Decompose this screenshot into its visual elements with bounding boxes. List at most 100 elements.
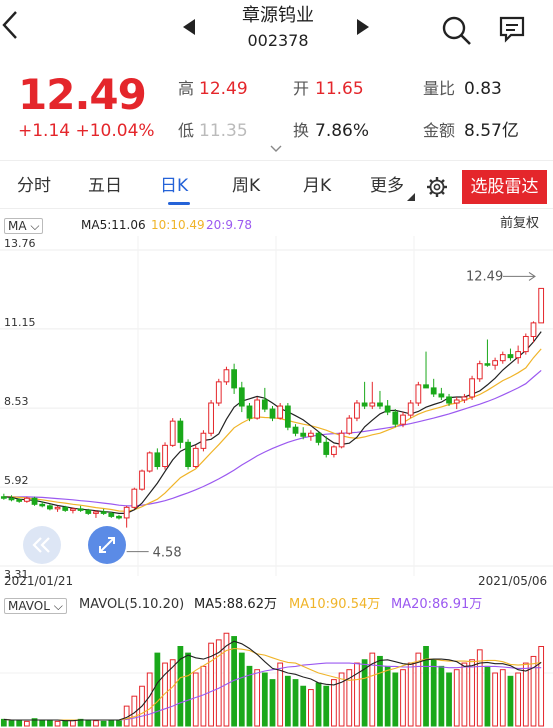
volume-bar	[522, 662, 529, 727]
kline-chart[interactable]: 13.7611.158.535.923.31 12.494.58	[0, 236, 553, 592]
ma20-legend: 20:9.78	[206, 218, 253, 232]
candle-body	[507, 354, 514, 359]
message-icon[interactable]	[497, 14, 527, 44]
volume-ratio-label: 量比	[423, 79, 456, 98]
volume-bar	[499, 669, 506, 727]
volume-bar	[8, 720, 15, 727]
volume-bar	[400, 669, 406, 727]
candle-body	[530, 322, 537, 337]
gear-icon[interactable]	[426, 176, 448, 202]
price-change: +1.14 +10.04%	[18, 121, 155, 141]
end-date: 2021/05/06	[478, 574, 548, 588]
amount-label: 金额	[423, 121, 456, 140]
tab-intraday[interactable]: 分时	[17, 174, 51, 198]
mavol-title: MAVOL(5.10.20)	[79, 597, 185, 612]
volume-chart[interactable]	[0, 616, 553, 728]
top-bar: 章源钨业 002378	[0, 0, 553, 60]
candle-body	[231, 369, 237, 389]
volume-bar	[407, 662, 414, 727]
candle-body	[346, 417, 353, 434]
price-tick-label: 11.15	[4, 316, 36, 329]
volume-bar	[23, 720, 30, 727]
search-icon[interactable]	[440, 14, 474, 48]
open-value: 11.65	[315, 79, 364, 99]
candle-body	[39, 503, 46, 507]
turnover-label: 换	[293, 121, 310, 140]
volume-bar	[484, 665, 491, 727]
triangle-left-icon[interactable]	[182, 18, 200, 38]
candle-body	[308, 432, 314, 437]
mavol-dropdown[interactable]: MAVOL ⌵	[4, 598, 67, 614]
volume-bar	[154, 652, 161, 727]
tab-weekly-k[interactable]: 周K	[232, 174, 260, 198]
candle-body	[108, 512, 115, 517]
candle-body	[469, 378, 475, 398]
candle-body	[238, 387, 245, 407]
chevron-left-icon[interactable]	[0, 8, 30, 44]
candle-body	[323, 441, 330, 455]
high-value: 12.49	[199, 79, 248, 99]
candle-body	[154, 452, 161, 468]
candle-body	[192, 447, 199, 468]
ma5-polyline	[3, 331, 542, 514]
candle-body	[185, 441, 191, 468]
scroll-left-button[interactable]	[23, 526, 61, 564]
vol-ma5-legend: MA5:88.62万	[194, 597, 277, 612]
candle-body	[515, 351, 522, 359]
candle-body	[377, 402, 383, 407]
price-tick-label: 8.53	[4, 395, 29, 408]
candle-body	[47, 505, 53, 510]
ma5-legend: MA5:11.06	[81, 218, 146, 232]
tab-five-day[interactable]: 五日	[88, 174, 122, 198]
volume-bar	[538, 646, 545, 727]
candle-body	[331, 446, 337, 455]
candle-body	[31, 497, 38, 505]
candle-body	[446, 396, 452, 404]
volume-bar	[70, 720, 76, 727]
volume-bar	[254, 669, 261, 727]
candle-body	[54, 506, 61, 510]
candle-body	[123, 506, 130, 519]
volume-bar	[108, 719, 115, 727]
volume-bar	[331, 679, 337, 727]
candle-body	[254, 399, 261, 419]
active-tab-indicator	[168, 202, 190, 205]
candle-body	[208, 402, 214, 434]
tab-daily-k[interactable]: 日K	[160, 174, 188, 198]
triangle-right-icon[interactable]	[356, 18, 374, 38]
price-adjust-label[interactable]: 前复权	[500, 217, 539, 231]
volume-bar	[100, 720, 107, 727]
low-label: 低	[178, 121, 195, 140]
volume-bar	[415, 652, 422, 727]
expand-chart-button[interactable]	[88, 526, 126, 564]
candle-body	[100, 511, 107, 514]
tab-monthly-k[interactable]: 月K	[303, 174, 331, 198]
candle-body	[284, 405, 291, 428]
candle-body	[400, 414, 406, 425]
volume-bar	[446, 672, 452, 727]
candle-body	[200, 432, 207, 449]
tab-more[interactable]: 更多	[370, 174, 404, 198]
candle-body	[16, 499, 23, 502]
volume-bar	[507, 675, 514, 727]
ma5-line	[3, 331, 542, 514]
price-markers: 12.49 4.58	[126, 269, 536, 561]
stock-radar-button[interactable]: 选股雷达	[462, 170, 547, 204]
candle-body	[261, 399, 268, 410]
chevron-down-icon[interactable]	[270, 142, 282, 156]
candle-body	[62, 506, 69, 511]
candle-body	[392, 411, 399, 425]
candle-body	[223, 369, 230, 383]
candle-body	[146, 452, 153, 472]
candle-body	[23, 497, 30, 502]
volume-bar	[438, 665, 445, 727]
candle-body	[338, 432, 345, 448]
stock-code: 002378	[247, 31, 309, 50]
candle-body	[453, 399, 460, 404]
low-marker-label: 4.58	[153, 546, 182, 561]
ma-dropdown[interactable]: MA ⌵	[4, 218, 44, 234]
stock-name: 章源钨业	[242, 5, 314, 26]
high-marker-label: 12.49	[466, 269, 503, 284]
divider	[0, 160, 553, 161]
volume-bar	[169, 659, 176, 727]
